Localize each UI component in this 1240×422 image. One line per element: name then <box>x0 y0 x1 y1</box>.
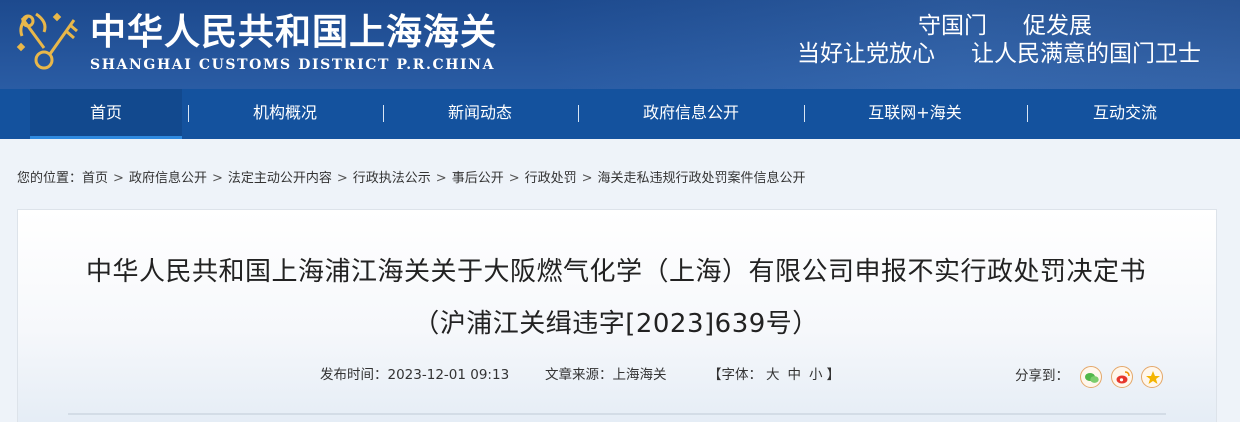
nav-item-home[interactable]: 首页 <box>30 89 182 139</box>
nav-separator <box>804 105 805 122</box>
content-divider <box>68 413 1166 415</box>
site-header: 中华人民共和国上海海关 SHANGHAI CUSTOMS DISTRICT P.… <box>0 0 1240 89</box>
source-value: 上海海关 <box>612 367 667 383</box>
slogan-line-1: 守国门 促发展 <box>918 12 1092 40</box>
source-label: 文章来源： <box>545 367 613 383</box>
nav-separator <box>1027 105 1028 122</box>
slogan-text: 守国门 <box>918 13 987 39</box>
article-source: 文章来源：上海海关 <box>545 366 667 384</box>
breadcrumb-prefix: 您的位置： <box>17 171 83 186</box>
breadcrumb-link-home[interactable]: 首页 <box>82 171 108 186</box>
wechat-icon[interactable] <box>1080 366 1102 388</box>
breadcrumb-separator: > <box>336 171 348 186</box>
breadcrumb-separator: > <box>581 171 593 186</box>
font-label-close: 】 <box>826 367 841 383</box>
site-subtitle: SHANGHAI CUSTOMS DISTRICT P.R.CHINA <box>90 57 496 73</box>
breadcrumb-link-statutory[interactable]: 法定主动公开内容 <box>228 171 332 186</box>
slogan-text: 当好让党放心 <box>797 41 935 67</box>
breadcrumb-separator: > <box>211 171 223 186</box>
customs-emblem-icon <box>16 12 78 70</box>
breadcrumb-separator: > <box>113 171 124 186</box>
nav-separator <box>383 105 384 122</box>
publish-label: 发布时间： <box>320 367 388 383</box>
nav-item-about[interactable]: 机构概况 <box>215 89 355 139</box>
breadcrumb-link-penalty[interactable]: 行政处罚 <box>525 171 577 186</box>
font-size-medium[interactable]: 中 <box>788 367 802 383</box>
nav-item-internet-plus[interactable]: 互联网+海关 <box>830 89 1000 139</box>
weibo-icon[interactable] <box>1111 366 1133 388</box>
breadcrumb-separator: > <box>508 171 520 186</box>
breadcrumb-separator: > <box>435 171 447 186</box>
publish-value: 2023-12-01 09:13 <box>387 367 510 383</box>
nav-item-gov-info[interactable]: 政府信息公开 <box>605 89 777 139</box>
share-label: 分享到： <box>1015 368 1069 384</box>
publish-time: 发布时间：2023-12-01 09:13 <box>320 366 509 384</box>
nav-separator <box>188 105 189 122</box>
main-nav: 首页 机构概况 新闻动态 政府信息公开 互联网+海关 互动交流 <box>0 89 1240 139</box>
breadcrumb-link-enforcement[interactable]: 行政执法公示 <box>353 171 431 186</box>
font-size-control: 【字体：大中小】 <box>708 366 840 384</box>
slogan-line-2: 当好让党放心 让人民满意的国门卫士 <box>797 40 1201 68</box>
nav-item-interaction[interactable]: 互动交流 <box>1055 89 1195 139</box>
article-card: 中华人民共和国上海浦江海关关于大阪燃气化学（上海）有限公司申报不实行政处罚决定书… <box>17 209 1217 422</box>
site-title: 中华人民共和国上海海关 <box>90 11 498 53</box>
breadcrumb: 您的位置：首页 > 政府信息公开 > 法定主动公开内容 > 行政执法公示 > 事后公开 > 行政处罚… <box>17 170 806 188</box>
breadcrumb-link-post-disclosure[interactable]: 事后公开 <box>452 171 504 186</box>
font-size-small[interactable]: 小 <box>809 367 823 383</box>
slogan-text: 促发展 <box>1023 13 1092 39</box>
font-label-open: 【字体： <box>708 367 762 383</box>
article-title: 中华人民共和国上海浦江海关关于大阪燃气化学（上海）有限公司申报不实行政处罚决定书… <box>85 257 1146 339</box>
slogan-text: 让人民满意的国门卫士 <box>971 41 1201 67</box>
breadcrumb-link-smuggling-cases[interactable]: 海关走私违规行政处罚案件信息公开 <box>598 171 806 186</box>
font-size-large[interactable]: 大 <box>766 367 780 383</box>
nav-item-news[interactable]: 新闻动态 <box>410 89 550 139</box>
breadcrumb-link-gov-info[interactable]: 政府信息公开 <box>129 171 207 186</box>
nav-separator <box>578 105 579 122</box>
qzone-icon[interactable] <box>1141 366 1163 388</box>
